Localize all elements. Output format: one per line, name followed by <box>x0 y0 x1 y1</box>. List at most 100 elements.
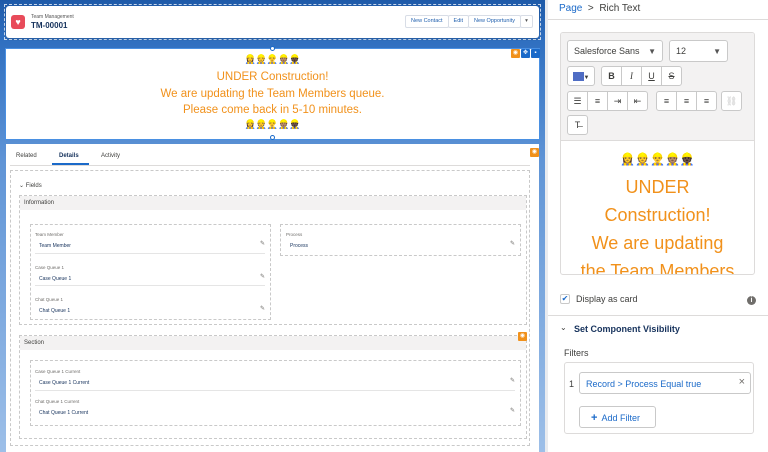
resize-handle-bottom[interactable] <box>270 135 275 140</box>
info-icon[interactable]: i <box>747 296 756 305</box>
section-2: Section ◉ Case Queue 1 Current Case Queu… <box>19 332 527 439</box>
section-header[interactable]: Section <box>20 336 526 350</box>
editor-line-3: We are updating <box>591 233 724 253</box>
resize-handle-top[interactable] <box>270 46 275 51</box>
section-title: Section <box>24 340 45 346</box>
edit-pencil-icon[interactable]: ✎ <box>260 273 265 280</box>
color-swatch <box>572 72 584 82</box>
more-actions-dropdown[interactable]: ▾ <box>520 15 533 28</box>
display-as-card-label: Display as card <box>576 294 638 304</box>
link-icon[interactable]: ⛓ <box>721 91 742 111</box>
tab-details[interactable]: Details <box>59 153 79 159</box>
edit-pencil-icon[interactable]: ✎ <box>510 407 515 414</box>
edit-button[interactable]: Edit <box>447 15 470 28</box>
numbered-list-icon[interactable]: ≡ <box>587 91 608 111</box>
field-label: Chat Queue 1 Current <box>35 399 80 404</box>
filter-pill[interactable]: Record > Process Equal true × <box>579 372 751 394</box>
field-value: Case Queue 1 Current <box>39 380 90 386</box>
chevron-down-icon: ▼ <box>713 47 721 56</box>
record-name: TM-00001 <box>31 21 68 30</box>
bulleted-list-icon[interactable]: ☰ <box>567 91 588 111</box>
font-size-select[interactable]: 12 ▼ <box>669 40 728 62</box>
chevron-down-icon[interactable]: ⌄ <box>560 323 567 332</box>
field-value: Case Queue 1 <box>39 276 72 282</box>
field-value: Process <box>290 243 309 249</box>
chevron-down-icon: ⌄ <box>19 183 25 189</box>
bold-button[interactable]: B <box>601 66 622 86</box>
plus-icon: + <box>591 412 598 424</box>
highlights-panel[interactable]: ♥ Team Management TM-00001 New Contact E… <box>6 6 539 38</box>
editor-line-1: UNDER <box>625 177 690 197</box>
text-color-button[interactable]: ▼ <box>567 66 595 86</box>
fields-header[interactable]: ⌄ Fields <box>19 182 42 189</box>
section-title: Information <box>24 200 55 206</box>
record-actions: New Contact Edit New Opportunity ▾ <box>405 15 533 28</box>
emoji-row-bottom: 👷‍♀️👷👷‍♂️👷🏽👷🏿 <box>244 119 301 129</box>
strikethrough-button[interactable]: S <box>661 66 682 86</box>
add-filter-button[interactable]: + Add Filter <box>579 406 656 428</box>
field-value: Chat Queue 1 Current <box>39 410 89 416</box>
visibility-section-header[interactable]: Set Component Visibility <box>574 324 680 334</box>
rich-text-line-3: Please come back in 5-10 minutes. <box>183 104 362 116</box>
left-field-column: Team Member Team Member ✎ Case Queue 1 C… <box>30 224 271 320</box>
move-icon[interactable]: ✥ <box>521 49 530 58</box>
rich-text-line-1: UNDER Construction! <box>216 71 329 83</box>
font-family-select[interactable]: Salesforce Sans ▼ <box>567 40 663 62</box>
new-opportunity-button[interactable]: New Opportunity <box>468 15 521 28</box>
breadcrumb-current: Rich Text <box>599 3 641 14</box>
new-contact-button[interactable]: New Contact <box>405 15 449 28</box>
display-as-card-checkbox[interactable]: ✔ <box>560 294 570 304</box>
link-group: ⛓ <box>721 91 742 111</box>
filters-label: Filters <box>564 348 589 358</box>
tab-activity[interactable]: Activity <box>101 153 120 159</box>
editor-content[interactable]: 👷‍♀️👷👷‍♂️👷🏽👷🏿 UNDER Construction! We are… <box>561 141 754 274</box>
edit-pencil-icon[interactable]: ✎ <box>260 305 265 312</box>
breadcrumb-page-link[interactable]: Page <box>559 3 582 14</box>
font-family-value: Salesforce Sans <box>574 46 640 56</box>
editor-toolbar: Salesforce Sans ▼ 12 ▼ ▼ B I U S ☰ ≡ ⇥ ⇤… <box>561 33 754 141</box>
close-icon[interactable]: × <box>739 376 745 388</box>
breadcrumb-separator: > <box>587 3 594 14</box>
editor-emoji-row: 👷‍♀️👷👷‍♂️👷🏽👷🏿 <box>620 152 695 166</box>
record-detail-component[interactable]: ⌄ Fields Information Team Member Team Me… <box>10 170 530 446</box>
format-group: B I U S <box>601 66 682 86</box>
italic-button[interactable]: I <box>621 66 642 86</box>
heart-icon: ♥ <box>11 15 25 29</box>
add-filter-label: Add Filter <box>601 413 640 423</box>
outdent-icon[interactable]: ⇤ <box>627 91 648 111</box>
tab-divider <box>10 165 530 166</box>
filter-index: 1 <box>569 379 575 389</box>
field-value: Chat Queue 1 <box>39 308 71 314</box>
delete-icon[interactable]: ▪ <box>531 49 540 58</box>
filters-container: 1 Record > Process Equal true × + Add Fil… <box>564 362 754 434</box>
color-group: ▼ <box>567 66 595 86</box>
align-group: ≡ ≡ ≡ <box>656 91 717 111</box>
information-section: Information Team Member Team Member ✎ Ca… <box>19 195 527 325</box>
section-2-fields: Case Queue 1 Current Case Queue 1 Curren… <box>30 360 521 426</box>
editor-line-2: Construction! <box>604 205 711 225</box>
edit-pencil-icon[interactable]: ✎ <box>510 240 515 247</box>
visibility-filter-icon: ◉ <box>511 49 520 58</box>
indent-icon[interactable]: ⇥ <box>607 91 628 111</box>
underline-button[interactable]: U <box>641 66 662 86</box>
rich-text-editor[interactable]: Salesforce Sans ▼ 12 ▼ ▼ B I U S ☰ ≡ ⇥ ⇤… <box>560 32 755 275</box>
field-label: Case Queue 1 <box>35 265 65 270</box>
clear-format-group: T̶ <box>567 115 588 135</box>
align-center-icon[interactable]: ≡ <box>676 91 697 111</box>
tabs-component: ◉ Related Details Activity ⌄ Fields Info… <box>6 144 539 452</box>
align-left-icon[interactable]: ≡ <box>656 91 677 111</box>
edit-pencil-icon[interactable]: ✎ <box>260 240 265 247</box>
rich-text-component[interactable]: 👷‍♀️👷👷‍♂️👷🏽👷🏿 UNDER Construction! We are… <box>5 46 540 140</box>
emoji-row-top: 👷‍♀️👷👷‍♂️👷🏽👷🏿 <box>244 54 301 64</box>
clear-formatting-icon[interactable]: T̶ <box>567 115 588 135</box>
field-value: Team Member <box>39 243 71 249</box>
breadcrumb: Page > Rich Text <box>559 3 640 14</box>
rich-text-line-2: We are updating the Team Members queue. <box>160 88 385 100</box>
list-group: ☰ ≡ ⇥ ⇤ <box>567 91 648 111</box>
section-header[interactable]: Information <box>20 196 526 210</box>
filter-text: Record > Process Equal true <box>586 379 702 389</box>
chevron-down-icon: ▼ <box>583 75 590 81</box>
align-right-icon[interactable]: ≡ <box>696 91 717 111</box>
tab-related[interactable]: Related <box>16 153 37 159</box>
edit-pencil-icon[interactable]: ✎ <box>510 377 515 384</box>
